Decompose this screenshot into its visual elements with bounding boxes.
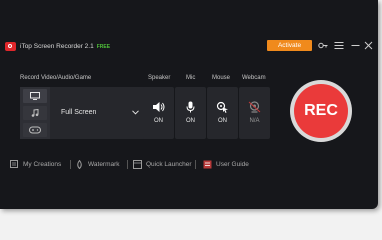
app-title: iTop Screen Recorder 2.1 FREE — [20, 43, 110, 50]
close-icon[interactable] — [364, 41, 373, 50]
mic-status: ON — [186, 118, 195, 124]
chevron-down-icon — [132, 110, 139, 115]
mouse-icon — [216, 101, 228, 113]
key-icon[interactable] — [318, 41, 328, 50]
speaker-status: ON — [154, 118, 163, 124]
footer-divider — [195, 160, 196, 169]
menu-icon[interactable] — [334, 41, 344, 50]
mouse-section-label: Mouse — [212, 75, 231, 81]
record-mode-value: Full Screen — [61, 109, 97, 116]
watermark-label: Watermark — [88, 161, 120, 168]
music-note-icon — [31, 109, 39, 117]
app-window: iTop Screen Recorder 2.1 FREE Activate Re… — [0, 0, 378, 209]
watermark-icon — [77, 160, 82, 169]
webcam-icon — [248, 101, 261, 113]
monitor-icon — [30, 92, 40, 100]
record-mode-select[interactable]: Full Screen — [55, 87, 148, 139]
my-creations-label: My Creations — [23, 161, 62, 168]
record-section-label: Record Video/Audio/Game — [20, 75, 92, 81]
minimize-icon[interactable] — [351, 41, 360, 50]
quick-launcher-icon — [133, 160, 142, 169]
user-guide-icon — [203, 160, 212, 169]
mouse-toggle[interactable]: ON — [207, 87, 238, 139]
activate-button[interactable]: Activate — [267, 40, 312, 51]
webcam-toggle[interactable]: N/A — [239, 87, 270, 139]
speaker-icon — [153, 102, 165, 112]
footer-divider — [70, 160, 71, 169]
source-type-column — [20, 87, 50, 139]
app-logo-icon — [5, 42, 16, 51]
record-source-panel: Full Screen — [20, 87, 148, 139]
rec-button[interactable]: REC — [294, 84, 348, 138]
webcam-status: N/A — [249, 118, 260, 124]
quick-launcher-label: Quick Launcher — [146, 161, 192, 168]
microphone-icon — [186, 101, 195, 113]
mic-toggle[interactable]: ON — [175, 87, 206, 139]
mic-section-label: Mic — [186, 75, 196, 81]
gamepad-icon — [29, 126, 41, 134]
speaker-toggle[interactable]: ON — [143, 87, 174, 139]
webcam-section-label: Webcam — [242, 75, 266, 81]
free-badge: FREE — [96, 44, 111, 50]
user-guide-label: User Guide — [216, 161, 249, 168]
folder-icon — [10, 160, 18, 168]
source-screen-button[interactable] — [23, 89, 47, 103]
speaker-section-label: Speaker — [148, 75, 171, 81]
source-audio-button[interactable] — [23, 106, 47, 120]
app-title-text: iTop Screen Recorder 2.1 — [20, 43, 94, 50]
mouse-status: ON — [218, 118, 227, 124]
source-game-button[interactable] — [23, 123, 47, 137]
footer-divider — [127, 160, 128, 169]
